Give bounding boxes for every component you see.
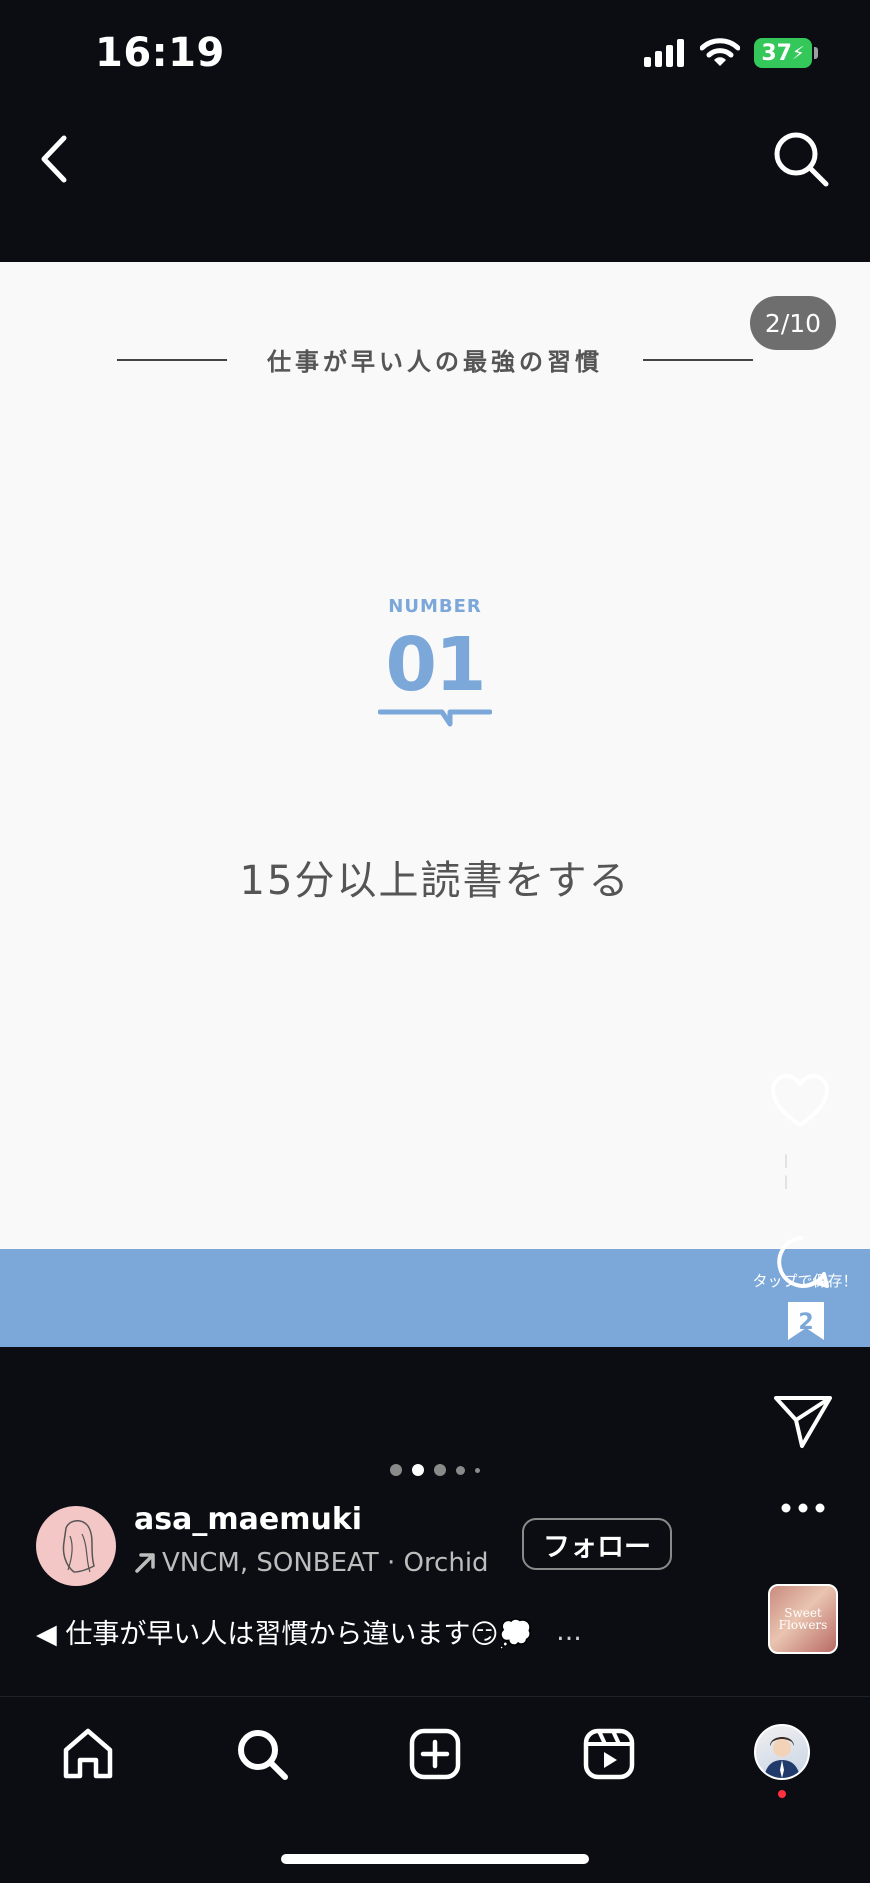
music-info-text: VNCM, SONBEAT · Orchid bbox=[162, 1548, 489, 1578]
status-icons: 37 ⚡ bbox=[644, 38, 818, 68]
send-icon[interactable] bbox=[772, 1392, 834, 1450]
status-time: 16:19 bbox=[95, 30, 225, 76]
notification-dot bbox=[778, 1790, 786, 1798]
post-image[interactable] bbox=[0, 262, 870, 1249]
carousel-dot bbox=[434, 1464, 446, 1476]
post-image-footer bbox=[0, 1249, 870, 1347]
number-value: 01 bbox=[385, 622, 487, 708]
profile-illustration bbox=[764, 1737, 800, 1778]
caption[interactable]: ◀ 仕事が早い人は習慣から違います😏💭 ... bbox=[36, 1612, 582, 1651]
heart-icon[interactable] bbox=[770, 1073, 830, 1129]
create-post-icon[interactable] bbox=[407, 1726, 463, 1782]
arrow-up-right-icon bbox=[135, 1553, 155, 1573]
music-info[interactable]: VNCM, SONBEAT · Orchid bbox=[134, 1548, 489, 1578]
post-title: 仕事が早い人の最強の習慣 bbox=[0, 342, 870, 377]
battery-level: 37 bbox=[761, 40, 792, 66]
reels-icon[interactable] bbox=[581, 1726, 637, 1782]
profile-avatar[interactable] bbox=[754, 1724, 810, 1780]
cellular-signal-icon bbox=[644, 39, 684, 67]
carousel-dot-active bbox=[412, 1464, 424, 1476]
carousel-dot bbox=[456, 1465, 465, 1475]
wifi-icon bbox=[700, 38, 740, 66]
chevron-left-icon[interactable] bbox=[36, 134, 72, 184]
music-thumbnail[interactable]: Sweet Flowers bbox=[768, 1584, 838, 1654]
battery-indicator: 37 ⚡ bbox=[754, 38, 812, 68]
speech-underline-icon bbox=[378, 709, 492, 727]
more-icon[interactable] bbox=[780, 1500, 826, 1516]
like-count: l l bbox=[783, 1152, 827, 1194]
home-icon[interactable] bbox=[60, 1726, 116, 1782]
avatar-illustration bbox=[62, 1520, 95, 1573]
post-main-text: 15分以上読書をする bbox=[239, 858, 631, 904]
explore-search-icon[interactable] bbox=[234, 1726, 290, 1782]
battery-tip bbox=[814, 47, 818, 59]
avatar[interactable] bbox=[36, 1506, 116, 1586]
charging-bolt-icon: ⚡ bbox=[791, 42, 805, 64]
carousel-dot bbox=[390, 1464, 402, 1476]
save-count: 2 bbox=[798, 1310, 814, 1335]
caption-text: ◀ 仕事が早い人は習慣から違います😏💭 bbox=[36, 1619, 533, 1650]
search-icon[interactable] bbox=[772, 130, 830, 188]
carousel-dots bbox=[0, 1464, 870, 1476]
home-indicator bbox=[281, 1854, 589, 1864]
username[interactable]: asa_maemuki bbox=[134, 1502, 362, 1537]
title-line-right bbox=[643, 358, 753, 361]
tap-to-save-label: タップで保存！ bbox=[752, 1272, 858, 1290]
caption-more[interactable]: ... bbox=[556, 1616, 582, 1647]
post-title-text: 仕事が早い人の最強の習慣 bbox=[267, 348, 603, 376]
carousel-dot bbox=[475, 1467, 480, 1473]
title-line-left bbox=[117, 358, 227, 361]
number-label: NUMBER bbox=[388, 596, 482, 617]
follow-button[interactable]: フォロー bbox=[522, 1518, 672, 1570]
